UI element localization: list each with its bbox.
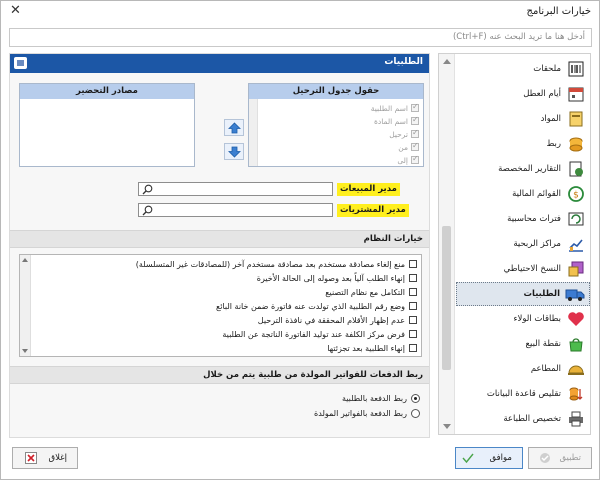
svg-text:$: $ [573, 191, 579, 201]
purchases-manager-label: مدير المشتريات [337, 204, 409, 217]
nav-item-financial-lists[interactable]: $ القوائم المالية [456, 182, 590, 206]
system-options-scrollbar[interactable] [20, 255, 31, 356]
search-icon [142, 184, 153, 195]
ok-check-icon [462, 453, 474, 464]
close-icon[interactable]: ✕ [10, 3, 21, 18]
checkbox[interactable] [411, 154, 419, 164]
accounting-periods-icon [566, 209, 586, 229]
checkbox[interactable] [409, 302, 417, 310]
window-title: خيارات البرنامج [526, 6, 591, 17]
title-bar: خيارات البرنامج ✕ [1, 1, 599, 25]
checkbox[interactable] [411, 115, 419, 125]
migration-fields-scrollbar[interactable] [249, 99, 258, 166]
sales-manager-label: مدير المبيعات [337, 183, 400, 196]
arrow-down-icon [228, 146, 241, 158]
prep-sources-header: مصادر التحضير [20, 84, 194, 99]
migration-field-item[interactable]: إلى [397, 154, 419, 166]
checkbox[interactable] [409, 316, 417, 324]
profit-centers-icon [566, 234, 586, 254]
migration-field-item[interactable]: من [398, 141, 419, 153]
migration-fields-panel: حقول جدول الترحيل اسم الطلبية اسم المادة… [248, 83, 424, 167]
close-button[interactable]: إغلاق [12, 447, 78, 469]
system-option-item[interactable]: وضع رقم الطلبية الذي تولدت عنه فاتورة ضم… [216, 300, 417, 312]
system-options-header: خيارات النظام [10, 230, 429, 248]
attachments-icon [566, 59, 586, 79]
checkbox[interactable] [411, 102, 419, 112]
migration-field-item[interactable]: اسم المادة [374, 115, 419, 127]
migration-field-item[interactable]: اسم الطلبية [371, 102, 419, 114]
nav-item-restaurants[interactable]: المطاعم [456, 357, 590, 381]
nav-item-backup[interactable]: النسخ الاحتياطي [456, 257, 590, 281]
link-icon [566, 134, 586, 154]
loyalty-heart-icon [566, 309, 586, 329]
migration-field-item[interactable]: ترحيل [389, 128, 419, 140]
sales-manager-field[interactable] [138, 182, 333, 196]
arrow-up-icon [228, 122, 241, 134]
prep-sources-panel[interactable]: مصادر التحضير [19, 83, 195, 167]
nav-item-custom-reports[interactable]: التقارير المخصصة [456, 157, 590, 181]
orders-truck-icon [565, 284, 585, 304]
settings-page-icon[interactable] [14, 57, 27, 69]
nav-item-profit-centers[interactable]: مراكز الربحية [456, 232, 590, 256]
nav-item-materials[interactable]: المواد [456, 107, 590, 131]
move-down-button[interactable] [224, 143, 244, 160]
financial-lists-icon: $ [566, 184, 586, 204]
backup-icon [566, 259, 586, 279]
checkbox[interactable] [411, 141, 419, 151]
nav-item-attachments[interactable]: ملحقات [456, 57, 590, 81]
calendar-icon [566, 84, 586, 104]
printer-icon [566, 409, 586, 429]
move-up-button[interactable] [224, 119, 244, 136]
system-option-item[interactable]: فرض مركز الكلفة عند توليد الفاتورة النات… [222, 328, 417, 340]
reports-icon [566, 159, 586, 179]
search-icon [142, 205, 153, 216]
checkbox[interactable] [409, 330, 417, 338]
apply-button[interactable]: تطبيق [528, 447, 592, 469]
ok-button[interactable]: موافق [455, 447, 523, 469]
radio-button[interactable] [411, 408, 420, 418]
options-window: خيارات البرنامج ✕ أدخل هنا ما تريد البحث… [0, 0, 600, 480]
settings-panel: الطلبيات حقول جدول الترحيل اسم الطلبية ا… [9, 53, 430, 438]
nav-item-shrink-database[interactable]: تقليص قاعدة البيانات [456, 382, 590, 406]
nav-item-accounting-periods[interactable]: فترات محاسبية [456, 207, 590, 231]
nav-item-loyalty-cards[interactable]: بطاقات الولاء [456, 307, 590, 331]
system-options-list[interactable]: منع إلغاء مصادقة مستخدم بعد مصادقة مستخد… [19, 254, 422, 357]
nav-item-pos[interactable]: نقطة البيع [456, 332, 590, 356]
payment-link-option[interactable]: ربط الدفعة بالفواتير المولدة [314, 407, 420, 419]
apply-check-icon [540, 453, 551, 463]
system-option-item[interactable]: التكامل مع نظام التصنيع [325, 286, 417, 298]
restaurant-dish-icon [566, 359, 586, 379]
shrink-db-icon [566, 384, 586, 404]
system-option-item[interactable]: منع إلغاء مصادقة مستخدم بعد مصادقة مستخد… [136, 258, 417, 270]
checkbox[interactable] [409, 344, 417, 352]
payment-link-header: ربط الدفعات للفواتير المولدة من طلبية يت… [10, 366, 429, 384]
system-option-item[interactable]: عدم إظهار الأقلام المحققة في نافذة الترح… [258, 314, 417, 326]
section-title: الطلبيات [384, 57, 423, 67]
options-nav-list: ملحقات أيام العطل المواد ربط التقارير ال… [438, 53, 591, 435]
pos-bag-icon [566, 334, 586, 354]
section-header: الطلبيات [10, 54, 429, 73]
close-red-icon [24, 452, 37, 464]
materials-icon [566, 109, 586, 129]
purchases-manager-field[interactable] [138, 203, 333, 217]
nav-item-print-customization[interactable]: تخصيص الطباعة [456, 407, 590, 431]
checkbox[interactable] [409, 274, 417, 282]
search-placeholder: أدخل هنا ما تريد البحث عنه (Ctrl+F) [452, 32, 585, 42]
nav-item-link[interactable]: ربط [456, 132, 590, 156]
checkbox[interactable] [411, 128, 419, 138]
checkbox[interactable] [409, 288, 417, 296]
nav-scrollbar[interactable] [439, 54, 455, 434]
system-option-item[interactable]: إنهاء الطلب آلياً بعد وصوله إلى الحالة ا… [257, 272, 417, 284]
system-option-item[interactable]: إنهاء الطلبية بعد تجزئتها [327, 342, 417, 354]
checkbox[interactable] [409, 260, 417, 268]
search-input[interactable]: أدخل هنا ما تريد البحث عنه (Ctrl+F) [9, 28, 592, 47]
nav-item-orders[interactable]: الطلبيات [456, 282, 590, 306]
nav-item-holidays[interactable]: أيام العطل [456, 82, 590, 106]
radio-button[interactable] [411, 393, 420, 403]
payment-link-option[interactable]: ربط الدفعة بالطلبية [342, 392, 420, 404]
migration-fields-header: حقول جدول الترحيل [249, 84, 423, 99]
